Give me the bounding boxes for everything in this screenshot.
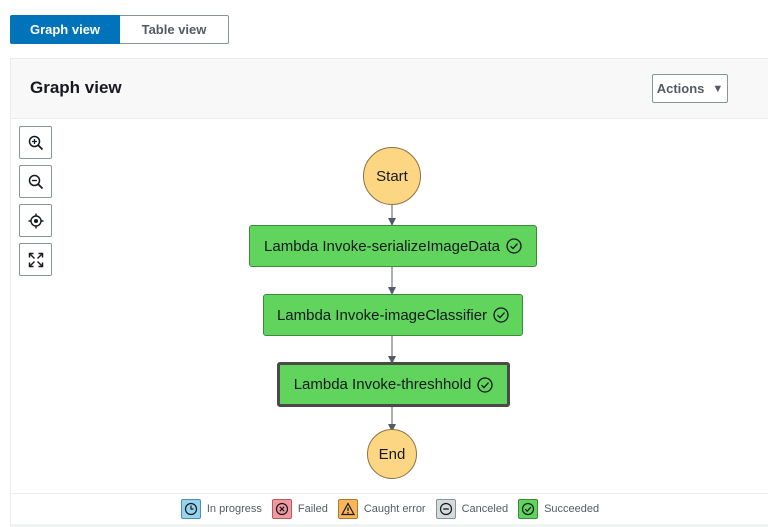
center-button[interactable]: [19, 204, 52, 237]
view-toggle: Graph view Table view: [10, 15, 229, 44]
zoom-in-icon: [28, 135, 43, 150]
graph-panel: Graph view Actions ▼ Start Lambda Invoke…: [10, 58, 768, 527]
x-circle-icon: [271, 498, 292, 519]
legend-label: Succeeded: [544, 502, 600, 515]
legend-item-failed: Failed: [271, 498, 328, 519]
check-circle-icon: [518, 498, 539, 519]
crosshair-icon: [28, 213, 43, 228]
legend-item-in-progress: In progress: [180, 498, 262, 519]
tab-graph-view[interactable]: Graph view: [10, 15, 120, 44]
clock-icon: [180, 498, 201, 519]
state-node[interactable]: Lambda Invoke-imageClassifier: [263, 294, 523, 336]
tab-table-view[interactable]: Table view: [120, 15, 229, 44]
zoom-in-button[interactable]: [19, 126, 52, 159]
legend-label: Caught error: [363, 502, 426, 515]
state-node-selected[interactable]: Lambda Invoke-threshhold: [277, 362, 510, 407]
state-label: Lambda Invoke-serializeImageData: [264, 237, 500, 255]
fit-to-screen-button[interactable]: [19, 243, 52, 276]
state-label: Lambda Invoke-imageClassifier: [276, 306, 488, 324]
warning-icon: [337, 498, 358, 519]
graph-edges: [388, 205, 396, 432]
zoom-out-icon: [28, 174, 43, 189]
legend-label: Failed: [297, 502, 328, 515]
legend-item-caught-error: Caught error: [337, 498, 426, 519]
check-circle-icon: [477, 376, 493, 393]
check-circle-icon: [506, 238, 522, 254]
state-label: Lambda Invoke-threshhold: [293, 376, 472, 393]
graph-canvas[interactable]: Start Lambda Invoke-serializeImageData L…: [11, 59, 768, 527]
expand-icon: [28, 252, 43, 267]
step-functions-execution: Graph view Table view Graph view Actions…: [0, 0, 768, 527]
status-legend: In progress Failed Caught error Canceled: [11, 493, 768, 523]
legend-item-succeeded: Succeeded: [518, 498, 600, 519]
state-node[interactable]: Lambda Invoke-serializeImageData: [249, 225, 537, 267]
end-node[interactable]: End: [367, 429, 417, 479]
minus-circle-icon: [435, 498, 456, 519]
zoom-out-button[interactable]: [19, 165, 52, 198]
legend-label: Canceled: [461, 502, 509, 515]
start-node[interactable]: Start: [363, 147, 421, 205]
check-circle-icon: [493, 307, 509, 323]
legend-item-canceled: Canceled: [435, 498, 509, 519]
legend-label: In progress: [206, 502, 262, 515]
